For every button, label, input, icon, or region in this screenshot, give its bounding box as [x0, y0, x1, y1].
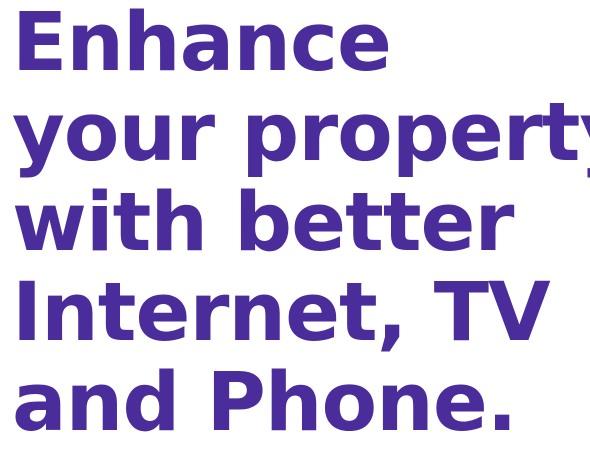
headline-line-5: and Phone. [12, 356, 518, 450]
headline-line-3: with better [12, 176, 514, 270]
headline-line-1: Enhance [12, 0, 392, 90]
hero-canvas: Enhance your property with better Intern… [0, 0, 590, 453]
headline-line-2: your property [12, 86, 590, 180]
headline-line-4: Internet, TV [12, 266, 551, 360]
headline: Enhance your property with better Intern… [12, 0, 590, 448]
